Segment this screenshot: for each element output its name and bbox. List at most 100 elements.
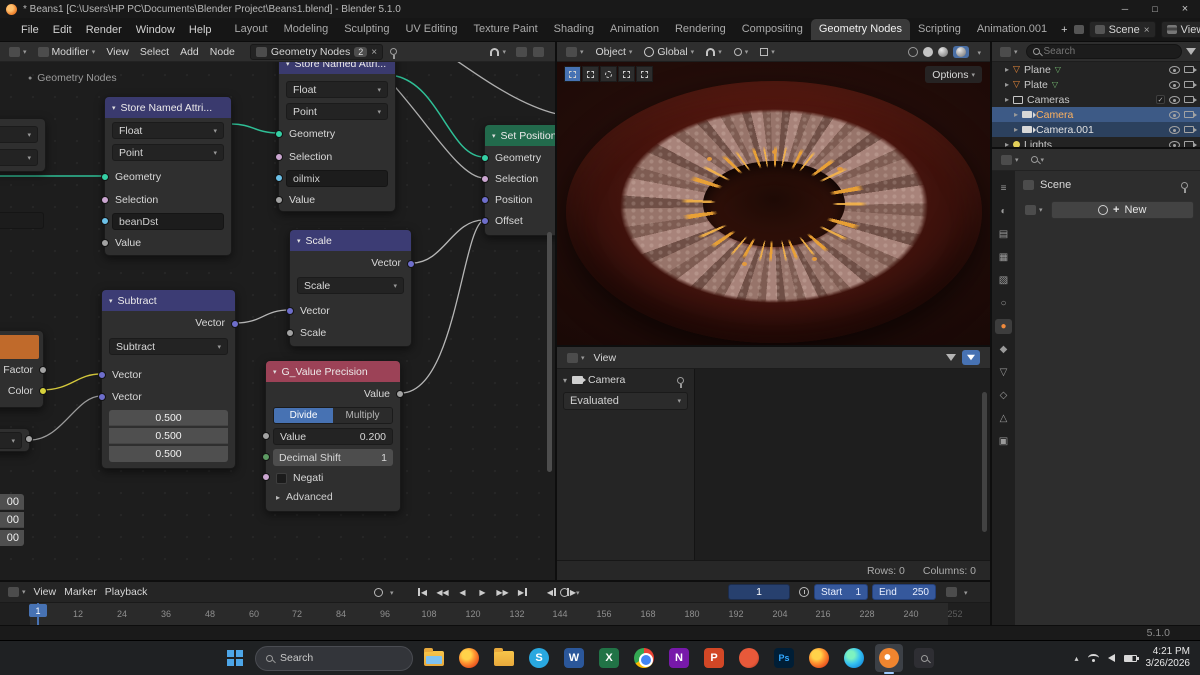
shading-dropdown[interactable]: [974, 46, 981, 58]
menu-render[interactable]: Render: [79, 24, 129, 36]
negate-checkbox[interactable]: [276, 472, 287, 484]
marker-menu[interactable]: Marker: [60, 584, 101, 600]
vector-output-socket[interactable]: [407, 260, 415, 268]
prev-frame-button[interactable]: ◀: [542, 584, 561, 600]
filter-toggle-button[interactable]: [962, 350, 980, 365]
value-field[interactable]: 00: [0, 530, 24, 546]
node-set-position[interactable]: Set Position Geometry Selection Position…: [481, 124, 555, 236]
tab-view-layer[interactable]: ▦: [995, 250, 1012, 265]
outliner-row-camera-001[interactable]: ▸ Camera.001: [992, 122, 1200, 137]
tab-modifiers[interactable]: ▽: [995, 365, 1012, 380]
render-visibility-icon[interactable]: [1184, 66, 1197, 73]
node-tree-mode-dropdown[interactable]: Modifier: [34, 44, 100, 60]
menu-help[interactable]: Help: [182, 24, 219, 36]
node-vector-math-scale[interactable]: Scale Vector Scale Vector Scale: [286, 229, 415, 347]
shading-wireframe-icon[interactable]: [908, 46, 919, 57]
taskbar-app-excel[interactable]: X: [595, 644, 623, 672]
data-type-dropdown[interactable]: Float: [286, 81, 388, 98]
dropdown[interactable]: [0, 432, 22, 449]
node-partial-color[interactable]: Factor Color: [0, 330, 47, 408]
current-frame-field[interactable]: 1: [728, 584, 790, 600]
expand-icon[interactable]: ▾: [563, 376, 567, 385]
selection-socket[interactable]: [481, 175, 489, 183]
editor-type-dropdown[interactable]: [997, 152, 1023, 168]
unlink-icon[interactable]: [371, 46, 377, 58]
maximize-button[interactable]: □: [1140, 0, 1170, 18]
tab-rendering[interactable]: Rendering: [667, 19, 734, 40]
tab-uv-editing[interactable]: UV Editing: [397, 19, 465, 40]
sync-toggle[interactable]: [560, 587, 569, 597]
pin-icon[interactable]: [1181, 181, 1188, 193]
jump-to-start-button[interactable]: ◀: [413, 584, 432, 600]
tab-material[interactable]: ●: [995, 319, 1012, 334]
hide-eye-icon[interactable]: [1169, 65, 1180, 74]
pin-icon[interactable]: [677, 376, 684, 388]
value-socket[interactable]: [25, 435, 33, 443]
options-dropdown[interactable]: Options: [925, 66, 982, 83]
editor-type-dropdown[interactable]: [5, 44, 31, 60]
render-visibility-icon[interactable]: [1184, 96, 1197, 103]
expand-icon[interactable]: ▸: [1005, 95, 1009, 104]
play-reverse-button[interactable]: ◀: [453, 584, 472, 600]
node-store-named-attribute-1[interactable]: Store Named Attri... Float Point Geometr…: [101, 96, 232, 256]
node-group-g-value-precision[interactable]: G_Value Precision Value Divide Multiply …: [262, 360, 404, 512]
user-count-badge[interactable]: 2: [354, 46, 368, 57]
domain-dropdown[interactable]: Point: [286, 103, 388, 120]
taskbar-app-firefox[interactable]: [455, 644, 483, 672]
expand-icon[interactable]: ▸: [1014, 110, 1018, 119]
node-tree-selector[interactable]: Geometry Nodes 2: [249, 43, 384, 60]
editor-type-dropdown[interactable]: [563, 350, 589, 366]
tweak-tool-button[interactable]: [564, 66, 581, 82]
tray-chevron-icon[interactable]: ▴: [1074, 654, 1078, 663]
tab-animation[interactable]: Animation: [602, 19, 667, 40]
dropdown[interactable]: [0, 149, 38, 166]
select-box-tool-button[interactable]: [582, 66, 599, 82]
negate-socket[interactable]: [262, 473, 270, 481]
hide-eye-icon[interactable]: [1169, 125, 1180, 134]
factor-socket[interactable]: [39, 366, 47, 374]
editor-type-dropdown[interactable]: [4, 584, 30, 600]
taskbar-app-powerpoint[interactable]: P: [700, 644, 728, 672]
geometry-socket[interactable]: [481, 154, 489, 162]
prev-keyframe-button[interactable]: ◀◀: [433, 584, 452, 600]
menu-node[interactable]: Node: [206, 44, 239, 60]
hide-eye-icon[interactable]: [1169, 80, 1180, 89]
node-editor-scrollbar[interactable]: [547, 232, 552, 472]
name-socket[interactable]: [101, 217, 109, 225]
frame-ruler[interactable]: 1 12 24 36 48 60 72 84 96 108 120 132 14…: [0, 603, 990, 625]
volume-icon[interactable]: [1107, 654, 1115, 662]
advanced-expander[interactable]: Advanced: [266, 489, 400, 505]
tab-modeling[interactable]: Modeling: [276, 19, 337, 40]
tab-tool[interactable]: ≡: [995, 181, 1012, 196]
keying-set-icon[interactable]: [946, 587, 957, 597]
expand-icon[interactable]: ▸: [1005, 65, 1009, 74]
taskbar-app-word[interactable]: W: [560, 644, 588, 672]
tab-compositing[interactable]: Compositing: [734, 19, 811, 40]
taskbar-app-skype[interactable]: S: [525, 644, 553, 672]
geometry-socket[interactable]: [275, 130, 283, 138]
multiply-button[interactable]: Multiply: [333, 408, 392, 423]
tab-particles[interactable]: ◇: [995, 388, 1012, 403]
expand-icon[interactable]: ▸: [1005, 80, 1009, 89]
operation-dropdown[interactable]: Subtract: [109, 338, 228, 355]
taskbar-app-photoshop[interactable]: Ps: [770, 644, 798, 672]
offset-socket[interactable]: [481, 217, 489, 225]
attribute-name-field[interactable]: beanDst: [112, 213, 224, 230]
tab-geometry-nodes[interactable]: Geometry Nodes: [810, 19, 911, 40]
outliner-row-plane[interactable]: ▸ ▽ Plane ▽: [992, 62, 1200, 77]
menu-view[interactable]: View: [102, 44, 133, 60]
spreadsheet-scrollbar[interactable]: [982, 392, 987, 532]
value-input-socket[interactable]: [262, 432, 270, 440]
vector-input-socket[interactable]: [286, 307, 294, 315]
view-menu[interactable]: View: [30, 584, 61, 600]
playhead-label[interactable]: 1: [29, 604, 47, 617]
viewlayer-selector[interactable]: ViewLayer: [1160, 21, 1200, 38]
node-header[interactable]: Store Named Attri...: [105, 97, 231, 118]
outliner-search[interactable]: [1025, 44, 1182, 59]
vector-z-field[interactable]: 0.500: [109, 446, 228, 462]
color-swatch[interactable]: [0, 335, 39, 359]
snapping-dropdown[interactable]: [702, 44, 726, 60]
tab-world[interactable]: ○: [995, 296, 1012, 311]
taskbar-app-chrome[interactable]: [630, 644, 658, 672]
expand-icon[interactable]: ▸: [1005, 140, 1009, 147]
